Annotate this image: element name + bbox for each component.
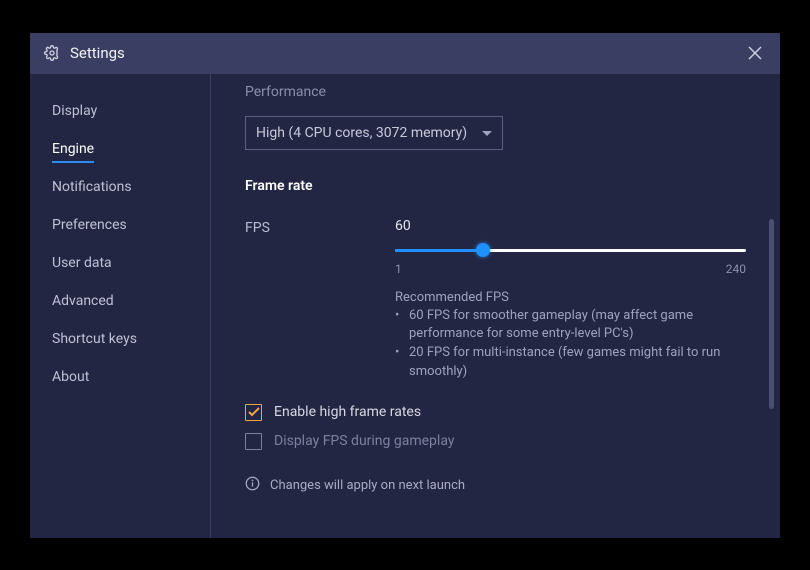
content-pane: Performance High (4 CPU cores, 3072 memo… (211, 74, 780, 538)
sidebar-item-advanced[interactable]: Advanced (52, 282, 114, 320)
sidebar-item-label: Preferences (52, 217, 127, 233)
checkbox-box (245, 433, 262, 450)
sidebar-item-label: Advanced (52, 293, 114, 309)
performance-select[interactable]: High (4 CPU cores, 3072 memory) (245, 116, 503, 150)
sidebar-item-label: Notifications (52, 179, 132, 195)
slider-fill (395, 249, 483, 252)
close-icon (748, 46, 762, 60)
sidebar-item-shortcut-keys[interactable]: Shortcut keys (52, 320, 137, 358)
titlebar: Settings (30, 33, 780, 74)
performance-select-value: High (4 CPU cores, 3072 memory) (256, 125, 467, 141)
slider-min: 1 (395, 262, 402, 276)
checkbox-label: Display FPS during gameplay (274, 433, 454, 449)
sidebar-item-engine[interactable]: Engine (52, 130, 94, 168)
sidebar-item-label: User data (52, 255, 112, 271)
info-icon (245, 476, 260, 495)
body: Display Engine Notifications Preferences… (30, 74, 780, 538)
recommended-fps-item: 20 FPS for multi-instance (few games mig… (395, 344, 746, 382)
recommended-fps-item: 60 FPS for smoother gameplay (may affect… (395, 307, 746, 345)
slider-minmax: 1 240 (395, 262, 746, 276)
sidebar-item-about[interactable]: About (52, 358, 89, 396)
sidebar: Display Engine Notifications Preferences… (30, 74, 211, 538)
chevron-down-icon (482, 125, 492, 141)
recommended-fps-list: 60 FPS for smoother gameplay (may affect… (395, 307, 746, 382)
fps-controls: 60 1 240 Recommended FPS 60 FPS for smoo… (395, 218, 746, 382)
fps-row: FPS 60 1 240 Recommended FPS 60 FPS for … (245, 218, 746, 382)
gear-icon (44, 45, 60, 61)
frame-rate-heading: Frame rate (245, 178, 746, 194)
sidebar-item-user-data[interactable]: User data (52, 244, 112, 282)
fps-slider[interactable] (395, 244, 746, 258)
settings-window: Settings Display Engine Notifications Pr… (30, 33, 780, 538)
sidebar-item-notifications[interactable]: Notifications (52, 168, 132, 206)
sidebar-item-preferences[interactable]: Preferences (52, 206, 127, 244)
display-fps-checkbox[interactable]: Display FPS during gameplay (245, 433, 746, 450)
slider-max: 240 (726, 262, 746, 276)
sidebar-item-label: Display (52, 103, 97, 119)
checkbox-box (245, 404, 262, 421)
window-title: Settings (70, 44, 125, 62)
sidebar-item-label: About (52, 369, 89, 385)
notice-row: Changes will apply on next launch (245, 476, 746, 495)
notice-text: Changes will apply on next launch (270, 478, 465, 493)
recommended-fps-title: Recommended FPS (395, 290, 746, 305)
sidebar-item-label: Shortcut keys (52, 331, 137, 347)
enable-high-frame-rates-checkbox[interactable]: Enable high frame rates (245, 404, 746, 421)
titlebar-left: Settings (44, 44, 125, 62)
close-button[interactable] (744, 42, 766, 64)
slider-thumb[interactable] (476, 243, 490, 257)
sidebar-item-label: Engine (52, 141, 94, 157)
checkbox-label: Enable high frame rates (274, 404, 421, 420)
performance-heading: Performance (245, 84, 746, 100)
sidebar-item-display[interactable]: Display (52, 92, 97, 130)
fps-label: FPS (245, 218, 395, 382)
scrollbar-thumb[interactable] (769, 219, 774, 409)
fps-value: 60 (395, 218, 746, 234)
